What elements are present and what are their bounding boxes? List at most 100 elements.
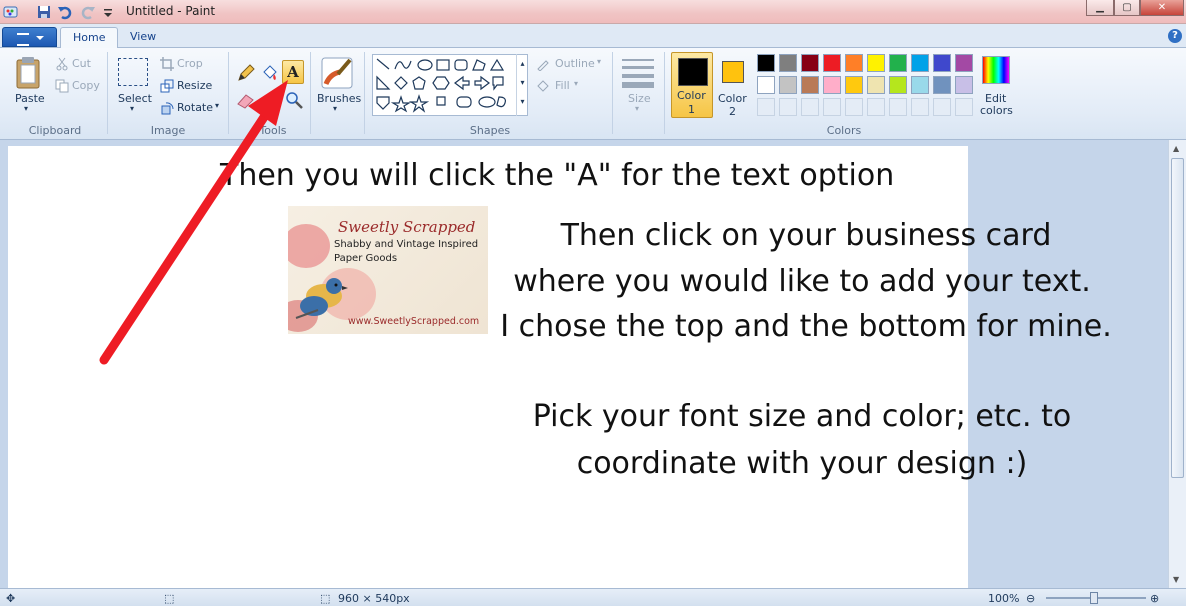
ribbon-tab-row: Home View ? <box>0 24 1186 49</box>
crop-label[interactable]: Crop <box>177 57 203 70</box>
select-label[interactable]: Select <box>118 92 152 105</box>
scrollbar-thumb[interactable] <box>1171 158 1184 478</box>
undo-icon[interactable] <box>57 4 73 20</box>
help-icon[interactable]: ? <box>1168 29 1182 43</box>
palette-swatch[interactable] <box>889 54 907 72</box>
palette-empty-swatch[interactable] <box>823 98 841 116</box>
select-dropdown-icon[interactable]: ▾ <box>130 104 134 113</box>
resize-icon[interactable] <box>160 79 174 93</box>
color1-button[interactable]: Color 1 <box>671 52 713 118</box>
rotate-label[interactable]: Rotate <box>177 101 213 114</box>
close-button[interactable]: ✕ <box>1140 0 1184 16</box>
palette-swatch[interactable] <box>955 76 973 94</box>
palette-swatch[interactable] <box>801 76 819 94</box>
palette-swatch[interactable] <box>867 54 885 72</box>
eraser-tool-icon[interactable] <box>236 90 256 110</box>
brushes-dropdown-icon[interactable]: ▾ <box>333 104 337 113</box>
palette-empty-swatch[interactable] <box>889 98 907 116</box>
palette-swatch[interactable] <box>933 76 951 94</box>
text-tool-icon[interactable]: A <box>282 60 304 84</box>
paste-icon[interactable] <box>14 56 44 90</box>
fill-label[interactable]: Fill <box>555 79 570 92</box>
fill-dropdown-icon[interactable]: ▾ <box>574 79 578 88</box>
select-icon[interactable] <box>118 58 148 86</box>
zoom-out-icon[interactable]: ⊖ <box>1026 592 1035 605</box>
colors-group-label: Colors <box>826 124 862 137</box>
tab-home[interactable]: Home <box>60 27 119 49</box>
size-dropdown-icon[interactable]: ▾ <box>635 104 639 113</box>
palette-swatch[interactable] <box>823 76 841 94</box>
palette-swatch[interactable] <box>757 54 775 72</box>
palette-swatch[interactable] <box>779 54 797 72</box>
brushes-icon[interactable] <box>320 56 354 90</box>
minimize-button[interactable]: ▁ <box>1086 0 1114 16</box>
zoom-slider[interactable] <box>1046 592 1146 604</box>
palette-swatch[interactable] <box>779 76 797 94</box>
palette-empty-swatch[interactable] <box>801 98 819 116</box>
size-label[interactable]: Size <box>628 92 651 105</box>
crop-icon[interactable] <box>160 57 174 71</box>
shapes-group-label: Shapes <box>469 124 511 137</box>
palette-empty-swatch[interactable] <box>757 98 775 116</box>
resize-label[interactable]: Resize <box>177 79 212 92</box>
shapes-gallery-icons[interactable] <box>373 55 527 115</box>
palette-swatch[interactable] <box>823 54 841 72</box>
business-card-image[interactable]: Sweetly Scrapped Shabby and Vintage Insp… <box>288 206 488 334</box>
paint-app-icon[interactable] <box>3 4 19 20</box>
vertical-scrollbar[interactable]: ▲ ▼ <box>1168 140 1186 588</box>
paste-dropdown-icon[interactable]: ▾ <box>24 104 28 113</box>
shapes-gallery[interactable] <box>372 54 528 116</box>
palette-swatch[interactable] <box>845 54 863 72</box>
palette-empty-swatch[interactable] <box>911 98 929 116</box>
palette-empty-swatch[interactable] <box>933 98 951 116</box>
shapes-scroll[interactable]: ▴ ▾ ▾ <box>516 54 528 116</box>
redo-icon[interactable] <box>80 4 96 20</box>
scroll-down-icon[interactable]: ▼ <box>1173 575 1179 584</box>
outline-dropdown-icon[interactable]: ▾ <box>597 57 601 66</box>
fill-icon[interactable] <box>536 79 550 93</box>
size-icon[interactable] <box>622 56 654 88</box>
palette-empty-swatch[interactable] <box>867 98 885 116</box>
edit-colors-icon[interactable] <box>982 56 1010 84</box>
zoom-in-icon[interactable]: ⊕ <box>1150 592 1159 605</box>
outline-icon[interactable] <box>536 57 550 71</box>
zoom-slider-thumb[interactable] <box>1090 592 1098 604</box>
paste-label[interactable]: Paste <box>15 92 45 105</box>
palette-swatch[interactable] <box>933 54 951 72</box>
palette-swatch[interactable] <box>911 54 929 72</box>
pencil-tool-icon[interactable] <box>236 63 256 83</box>
cut-label[interactable]: Cut <box>72 57 91 70</box>
canvas-workarea <box>0 140 1168 588</box>
rotate-dropdown-icon[interactable]: ▾ <box>215 101 219 110</box>
maximize-button[interactable]: ▢ <box>1114 0 1140 16</box>
color2-button[interactable]: Color 2 <box>716 52 752 118</box>
edit-colors-label-2[interactable]: colors <box>980 104 1013 117</box>
canvas-size-text: 960 × 540px <box>338 592 410 605</box>
palette-empty-swatch[interactable] <box>779 98 797 116</box>
scroll-up-icon[interactable]: ▲ <box>1173 144 1179 153</box>
save-icon[interactable] <box>36 4 52 20</box>
palette-swatch[interactable] <box>845 76 863 94</box>
paint-menu-button[interactable] <box>2 27 57 47</box>
palette-swatch[interactable] <box>955 54 973 72</box>
palette-swatch[interactable] <box>889 76 907 94</box>
palette-swatch[interactable] <box>757 76 775 94</box>
canvas[interactable] <box>8 146 968 588</box>
tab-view[interactable]: View <box>118 27 168 49</box>
copy-icon[interactable] <box>55 79 69 93</box>
fill-tool-icon[interactable] <box>260 63 280 83</box>
palette-swatch[interactable] <box>911 76 929 94</box>
color-picker-icon[interactable] <box>260 90 280 110</box>
copy-label[interactable]: Copy <box>72 79 100 92</box>
palette-empty-swatch[interactable] <box>955 98 973 116</box>
outline-label[interactable]: Outline <box>555 57 595 70</box>
palette-swatch[interactable] <box>867 76 885 94</box>
brushes-label[interactable]: Brushes <box>317 92 361 105</box>
customize-toolbar-icon[interactable] <box>100 4 116 20</box>
palette-swatch[interactable] <box>801 54 819 72</box>
cut-icon[interactable] <box>55 57 69 71</box>
palette-empty-swatch[interactable] <box>845 98 863 116</box>
rotate-icon[interactable] <box>160 101 174 115</box>
magnifier-icon[interactable] <box>284 90 304 110</box>
card-title: Sweetly Scrapped <box>338 218 476 236</box>
